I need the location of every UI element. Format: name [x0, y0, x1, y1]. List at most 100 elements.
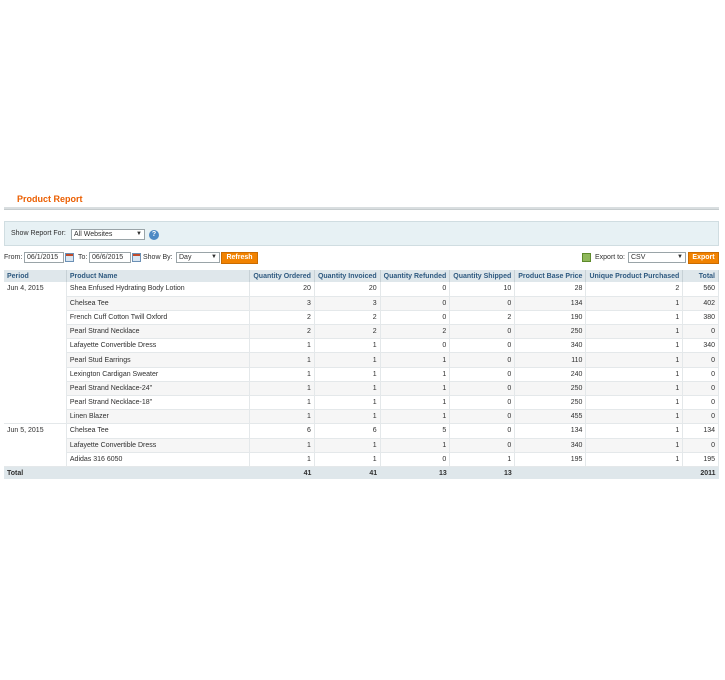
value-cell: 0 — [449, 423, 516, 439]
value-cell: 110 — [514, 352, 587, 368]
value-cell: 0 — [682, 352, 719, 368]
value-cell: 340 — [682, 338, 719, 354]
totals-cell: Total — [7, 469, 24, 477]
from-date-input[interactable]: 06/1/2015 — [24, 252, 64, 263]
report-toolbar: From: 06/1/2015 To: 06/6/2015 Show By: D… — [4, 252, 719, 265]
export-format-select[interactable]: CSV ▼ — [628, 252, 686, 263]
to-label: To: — [78, 254, 88, 261]
value-cell: 1 — [585, 395, 684, 411]
column-header[interactable]: Period — [4, 270, 67, 282]
value-cell: 1 — [585, 409, 684, 425]
refresh-button[interactable]: Refresh — [221, 252, 258, 264]
value-cell: 1 — [380, 352, 451, 368]
value-cell: 1 — [314, 367, 381, 382]
value-cell: 0 — [380, 310, 451, 326]
column-header[interactable]: Unique Product Purchased — [585, 270, 684, 282]
product-report-table: Period Product Name Quantity Ordered Qua… — [4, 270, 719, 480]
value-cell: 0 — [682, 381, 719, 397]
value-cell: 0 — [449, 338, 516, 354]
value-cell: 6 — [314, 423, 381, 439]
column-header[interactable]: Product Name — [66, 270, 251, 282]
value-cell: 1 — [585, 352, 684, 368]
website-select[interactable]: All Websites ▼ — [71, 229, 145, 240]
value-cell: 1 — [380, 438, 451, 453]
value-cell: 0 — [449, 296, 516, 311]
calendar-icon[interactable] — [132, 253, 141, 262]
value-cell: 0 — [449, 409, 516, 425]
to-date-input[interactable]: 06/6/2015 — [89, 252, 131, 263]
value-cell: 1 — [249, 352, 315, 368]
value-cell: 402 — [682, 296, 719, 311]
export-format-value: CSV — [631, 254, 646, 261]
column-header[interactable]: Total — [682, 270, 719, 282]
value-cell: 1 — [585, 296, 684, 311]
totals-cell: 13 — [503, 469, 512, 477]
dropdown-arrow-icon: ▼ — [677, 254, 683, 260]
value-cell: 2 — [314, 310, 381, 326]
value-cell: 10 — [449, 282, 516, 297]
product-name-cell: Pearl Strand Necklace-18" — [66, 395, 251, 411]
column-header[interactable]: Quantity Invoiced — [314, 270, 381, 282]
value-cell: 380 — [682, 310, 719, 326]
totals-cell: 41 — [369, 469, 378, 477]
column-header[interactable]: Quantity Shipped — [449, 270, 516, 282]
totals-cell: 13 — [439, 469, 447, 477]
value-cell: 1 — [380, 367, 451, 382]
value-cell: 1 — [249, 452, 315, 467]
table-row: Pearl Strand Necklace-24" 1 1 1 0 250 1 0 — [4, 381, 719, 397]
value-cell: 1 — [314, 452, 381, 467]
product-name-cell: Linen Blazer — [66, 409, 251, 425]
value-cell: 134 — [514, 296, 587, 311]
value-cell: 340 — [514, 438, 587, 453]
value-cell: 0 — [380, 452, 451, 467]
value-cell: 1 — [249, 381, 315, 397]
product-name-cell: Pearl Stud Earrings — [66, 352, 251, 368]
product-name-cell: French Cuff Cotton Twill Oxford — [66, 310, 251, 326]
value-cell: 0 — [380, 296, 451, 311]
value-cell: 1 — [249, 338, 315, 354]
value-cell: 0 — [682, 438, 719, 453]
value-cell: 134 — [682, 423, 719, 439]
product-name-cell: Chelsea Tee — [66, 296, 251, 311]
column-header[interactable]: Quantity Refunded — [380, 270, 451, 282]
value-cell: 1 — [249, 367, 315, 382]
page-title: Product Report — [17, 194, 83, 204]
calendar-icon[interactable] — [65, 253, 74, 262]
totals-row: Total 41 41 13 13 2011 — [4, 466, 719, 480]
value-cell: 0 — [682, 409, 719, 425]
column-header[interactable]: Product Base Price — [514, 270, 587, 282]
export-button[interactable]: Export — [688, 252, 719, 264]
table-header-row: Period Product Name Quantity Ordered Qua… — [4, 270, 719, 282]
value-cell: 1 — [585, 310, 684, 326]
show-by-select[interactable]: Day ▼ — [176, 252, 220, 263]
value-cell: 1 — [380, 381, 451, 397]
value-cell: 1 — [314, 409, 381, 425]
value-cell: 0 — [449, 438, 516, 453]
value-cell: 1 — [585, 381, 684, 397]
period-cell: Jun 4, 2015 — [4, 282, 67, 425]
show-by-label: Show By: — [143, 254, 173, 261]
value-cell: 1 — [314, 395, 381, 411]
help-icon[interactable]: ? — [149, 230, 159, 240]
value-cell: 20 — [249, 282, 315, 297]
value-cell: 190 — [514, 310, 587, 326]
value-cell: 0 — [449, 395, 516, 411]
dropdown-arrow-icon: ▼ — [211, 254, 217, 260]
value-cell: 560 — [682, 282, 719, 297]
value-cell: 134 — [514, 423, 587, 439]
table-row: Lexington Cardigan Sweater 1 1 1 0 240 1 0 — [4, 367, 719, 382]
value-cell: 3 — [314, 296, 381, 311]
table-row: Pearl Stud Earrings 1 1 1 0 110 1 0 — [4, 352, 719, 368]
export-icon — [582, 253, 591, 262]
value-cell: 20 — [314, 282, 381, 297]
value-cell: 1 — [314, 438, 381, 453]
value-cell: 1 — [249, 438, 315, 453]
value-cell: 5 — [380, 423, 451, 439]
product-name-cell: Shea Enfused Hydrating Body Lotion — [66, 282, 251, 297]
title-divider — [4, 207, 719, 210]
totals-cell: 41 — [303, 469, 312, 477]
product-name-cell: Lafayette Convertible Dress — [66, 338, 251, 354]
value-cell: 1 — [314, 352, 381, 368]
column-header[interactable]: Quantity Ordered — [249, 270, 315, 282]
table-row: Pearl Strand Necklace 2 2 2 0 250 1 0 — [4, 324, 719, 340]
